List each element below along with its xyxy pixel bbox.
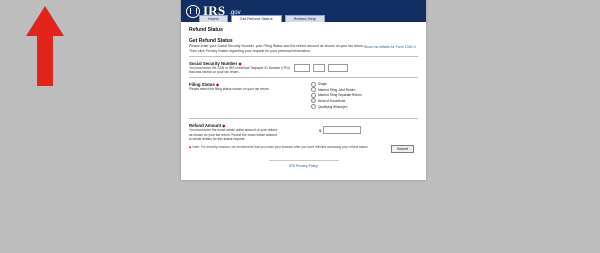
privacy-policy-link[interactable]: IRS Privacy Policy xyxy=(181,164,426,168)
footer: IRS Privacy Policy xyxy=(181,160,426,168)
radio-button[interactable] xyxy=(311,104,316,110)
intro-line-2: Then click Privacy Notice regarding your… xyxy=(189,48,311,53)
filing-option-qualifying-widow[interactable]: Qualifying Widow(er) xyxy=(311,104,362,110)
filing-option-married-joint[interactable]: Married Filing Joint Return xyxy=(311,87,362,93)
security-note: ◆ Note: For security reasons, we recomme… xyxy=(189,145,369,150)
tab-get-refund-status[interactable]: Get Refund Status xyxy=(230,15,282,22)
radio-button[interactable] xyxy=(311,92,316,98)
filing-status-section: Filing Status ◆ Please select the filing… xyxy=(189,81,418,115)
refund-amount-input[interactable] xyxy=(323,126,362,135)
radio-button[interactable] xyxy=(311,98,316,104)
up-arrow-icon xyxy=(26,6,64,86)
form-1040x-link[interactable]: Show me details for Form 1040-X xyxy=(364,45,416,49)
currency-symbol: $ xyxy=(319,127,322,133)
site-header: IRS .gov Home Get Refund Status Refund H… xyxy=(181,0,426,22)
ssn-section: Social Security Number ◆ You must enter … xyxy=(189,61,418,74)
tab-home[interactable]: Home xyxy=(199,15,228,22)
filing-option-married-separate[interactable]: Married Filing Separate Return xyxy=(311,92,362,99)
section-divider xyxy=(189,118,418,120)
eagle-icon xyxy=(186,4,200,18)
radio-button[interactable] xyxy=(311,87,316,93)
section-divider xyxy=(189,56,418,57)
refund-input-group: $ xyxy=(319,126,362,135)
filing-status-help: Please select the filing status shown on… xyxy=(189,87,270,92)
ssn-part-2[interactable] xyxy=(313,64,325,72)
footer-divider xyxy=(268,160,339,161)
filing-status-options: Single Married Filing Joint Return Marri… xyxy=(311,81,362,110)
section-divider xyxy=(189,77,418,79)
ssn-part-1[interactable] xyxy=(294,64,310,72)
refund-status-window: IRS .gov Home Get Refund Status Refund H… xyxy=(181,0,426,180)
main-tabs: Home Get Refund Status Refund Help xyxy=(199,15,325,22)
breadcrumb: Refund Status xyxy=(189,27,223,33)
refund-help-3: to whole dollars for this status request… xyxy=(189,136,246,141)
ssn-part-3[interactable] xyxy=(328,64,348,72)
tab-refund-help[interactable]: Refund Help xyxy=(284,15,325,22)
screen-background: IRS .gov Home Get Refund Status Refund H… xyxy=(0,0,600,253)
submit-button[interactable]: Submit xyxy=(390,145,414,153)
ssn-input-group xyxy=(294,64,348,72)
form-content: Refund Status Get Refund Status Show me … xyxy=(181,22,426,149)
refund-amount-section: Refund Amount ◆ You must enter the exact… xyxy=(189,123,418,141)
radio-button[interactable] xyxy=(311,81,316,87)
